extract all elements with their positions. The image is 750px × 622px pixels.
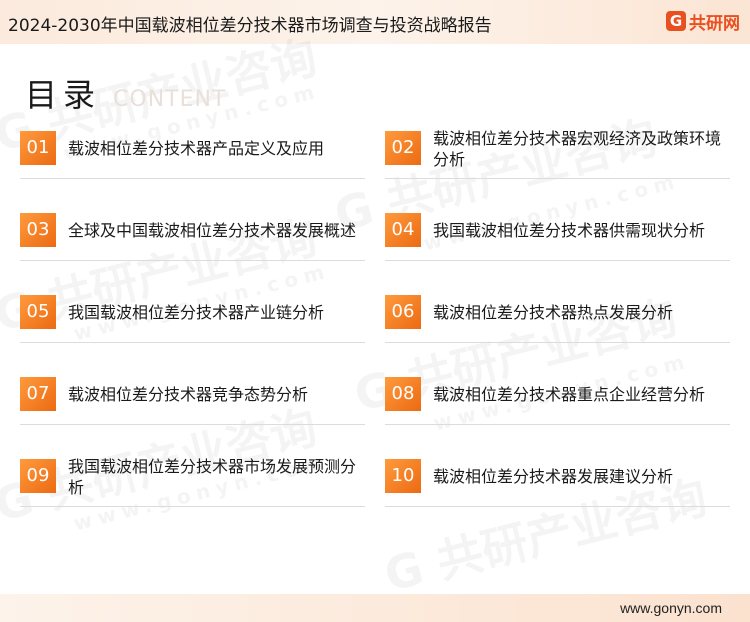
toc-item-label: 全球及中国载波相位差分技术器发展概述 bbox=[68, 221, 357, 240]
toc-item[interactable]: 01 载波相位差分技术器产品定义及应用 bbox=[20, 120, 365, 179]
toc-item[interactable]: 09 我国载波相位差分技术器市场发展预测分析 bbox=[20, 448, 365, 507]
logo-icon: G bbox=[666, 11, 686, 31]
toc-number-badge: 05 bbox=[20, 295, 56, 329]
contents-heading: 目录 CONTENT bbox=[25, 70, 226, 116]
contents-heading-en: CONTENT bbox=[113, 87, 227, 112]
toc-number-badge: 06 bbox=[385, 295, 421, 329]
toc-number-badge: 07 bbox=[20, 377, 56, 411]
toc-number-badge: 08 bbox=[385, 377, 421, 411]
toc-number-badge: 09 bbox=[20, 459, 56, 493]
footer-url: www.gonyn.com bbox=[620, 600, 722, 616]
logo-text: 共研网 bbox=[689, 13, 740, 34]
toc-number-badge: 04 bbox=[385, 213, 421, 247]
toc-number-badge: 02 bbox=[385, 131, 421, 165]
toc-item-label: 我国载波相位差分技术器供需现状分析 bbox=[433, 221, 706, 240]
toc-item-label: 我国载波相位差分技术器市场发展预测分析 bbox=[68, 456, 357, 497]
toc-item[interactable]: 06 载波相位差分技术器热点发展分析 bbox=[385, 284, 730, 343]
toc-item-label: 载波相位差分技术器重点企业经营分析 bbox=[433, 385, 706, 404]
toc-item-label: 载波相位差分技术器产品定义及应用 bbox=[68, 139, 325, 158]
toc-item-label: 我国载波相位差分技术器产业链分析 bbox=[68, 303, 325, 322]
toc-number-badge: 10 bbox=[385, 459, 421, 493]
brand-logo: G 共研网 bbox=[666, 9, 740, 34]
toc-item[interactable]: 03 全球及中国载波相位差分技术器发展概述 bbox=[20, 202, 365, 261]
toc-item[interactable]: 02 载波相位差分技术器宏观经济及政策环境分析 bbox=[385, 120, 730, 179]
toc-item[interactable]: 10 载波相位差分技术器发展建议分析 bbox=[385, 448, 730, 507]
document-title: 2024-2030年中国载波相位差分技术器市场调查与投资战略报告 bbox=[8, 16, 492, 36]
toc-item[interactable]: 05 我国载波相位差分技术器产业链分析 bbox=[20, 284, 365, 343]
header-bar: 2024-2030年中国载波相位差分技术器市场调查与投资战略报告 G 共研网 bbox=[0, 0, 750, 44]
toc-item[interactable]: 08 载波相位差分技术器重点企业经营分析 bbox=[385, 366, 730, 425]
footer-bar: www.gonyn.com bbox=[0, 594, 750, 622]
toc-number-badge: 01 bbox=[20, 131, 56, 165]
toc-item-label: 载波相位差分技术器发展建议分析 bbox=[433, 467, 674, 486]
contents-heading-cn: 目录 bbox=[25, 76, 102, 114]
toc-item[interactable]: 04 我国载波相位差分技术器供需现状分析 bbox=[385, 202, 730, 261]
toc-number-badge: 03 bbox=[20, 213, 56, 247]
toc-item-label: 载波相位差分技术器竞争态势分析 bbox=[68, 385, 309, 404]
toc-item-label: 载波相位差分技术器宏观经济及政策环境分析 bbox=[433, 128, 722, 169]
toc-item-label: 载波相位差分技术器热点发展分析 bbox=[433, 303, 674, 322]
toc-item[interactable]: 07 载波相位差分技术器竞争态势分析 bbox=[20, 366, 365, 425]
